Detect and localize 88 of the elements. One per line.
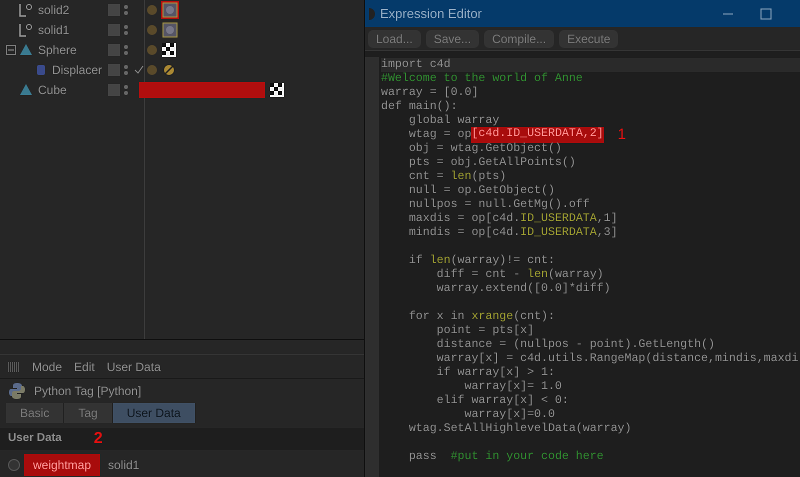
code-text: global warray	[408, 114, 500, 128]
code-text: warray[x] = c4d.utils.RangeMap(distance,mindis,maxdi	[436, 352, 798, 366]
primitive-icon	[18, 82, 34, 98]
checkmark[interactable]	[134, 65, 144, 75]
code-text: diff = cnt -	[436, 268, 522, 282]
object-name[interactable]: Displacer	[52, 61, 102, 79]
texture-tag-icon[interactable]	[269, 82, 285, 98]
code-text: wtag.SetAllHighlevelData(warray)	[408, 422, 632, 436]
app-icon	[369, 6, 377, 20]
radio-button[interactable]	[8, 459, 20, 471]
code-text: nullpos = null.GetMg().off	[408, 198, 590, 212]
window-title: Expression Editor	[380, 4, 482, 23]
code-text: len	[450, 170, 472, 184]
code-text: (warray)!= cnt:	[450, 254, 555, 268]
layer-swatch[interactable]	[108, 24, 120, 36]
field-label: weightmap	[24, 454, 100, 476]
code-text: pass	[408, 450, 438, 464]
code-text: ID_USERDATA	[520, 226, 597, 240]
maximize-icon[interactable]	[760, 8, 772, 20]
code-text: null = op.GetObject()	[408, 184, 555, 198]
visibility-dots[interactable]	[124, 5, 130, 15]
code-text: point = pts[x]	[436, 324, 534, 338]
layer-swatch[interactable]	[108, 4, 120, 16]
tag-title: Python Tag [Python]	[34, 383, 142, 400]
deformer-icon	[34, 62, 48, 78]
visibility-dots[interactable]	[124, 85, 130, 95]
toolbar-button[interactable]: Save...	[426, 30, 480, 48]
code-text: maxdis = op[c4d.	[408, 212, 520, 226]
section-header: User Data	[8, 431, 62, 446]
code-text: mindis = op[c4d.	[408, 226, 520, 240]
primitive-icon	[18, 42, 34, 58]
code-text: import c4d	[381, 58, 451, 72]
code-text: len	[430, 254, 451, 268]
code-text: if	[408, 254, 424, 268]
python-icon	[8, 382, 26, 400]
tab[interactable]: Basic	[6, 403, 64, 423]
code-comment: #Welcome to the world of Anne	[381, 72, 583, 86]
restrict-tag-icon[interactable]	[161, 62, 177, 78]
code-text: cnt =	[408, 170, 445, 184]
code-text: obj = wtag.GetObject()	[408, 142, 562, 156]
menu-item[interactable]: User Data	[106, 358, 161, 376]
code-text: if warray[x] > 1:	[436, 366, 555, 380]
object-name[interactable]: solid2	[38, 1, 70, 19]
code-text: ,3]	[596, 226, 618, 240]
code-text: (warray)	[548, 268, 604, 282]
field-value[interactable]: solid1	[108, 456, 140, 474]
object-name[interactable]: Cube	[38, 81, 67, 99]
annotation-number: 1	[618, 128, 626, 142]
code-text: (cnt):	[513, 310, 555, 324]
code-text: warray[x]= 1.0	[463, 380, 562, 394]
code-comment: #put in your code here	[450, 450, 604, 464]
toolbar-button[interactable]: Compile...	[484, 30, 554, 48]
code-text: wtag = op	[408, 128, 472, 142]
menu-item[interactable]: Edit	[74, 358, 95, 376]
null-object-icon	[18, 22, 34, 38]
texture-tag-icon[interactable]	[161, 42, 177, 58]
collapse-toggle[interactable]	[6, 45, 16, 55]
null-object-icon	[18, 2, 34, 18]
grid-icon[interactable]	[8, 362, 20, 372]
code-text: elif warray[x] < 0:	[436, 394, 569, 408]
visibility-dots[interactable]	[124, 25, 130, 35]
layer-swatch[interactable]	[108, 84, 120, 96]
python-tag-icon[interactable]	[161, 21, 179, 39]
code-text: distance = (nullpos - point).GetLength()	[436, 338, 715, 352]
code-text: warray[x]=0.0	[463, 408, 555, 422]
object-name[interactable]: Sphere	[38, 41, 77, 59]
menu-item[interactable]: Mode	[32, 358, 62, 376]
code-text: pts = obj.GetAllPoints()	[408, 156, 576, 170]
layer-swatch[interactable]	[108, 44, 120, 56]
code-text: xrange	[471, 310, 514, 324]
object-name[interactable]: solid1	[38, 21, 70, 39]
redacted-code: [c4d.ID_USERDATA,2]	[471, 127, 604, 143]
code-text: for x in	[408, 310, 466, 324]
layer-swatch[interactable]	[108, 64, 120, 76]
code-text: def main():	[381, 100, 458, 114]
code-text: ID_USERDATA	[520, 212, 597, 226]
code-text: ,1]	[596, 212, 618, 226]
python-tag-icon[interactable]	[161, 1, 179, 19]
code-text: (pts)	[471, 170, 506, 184]
tab[interactable]: Tag	[64, 403, 113, 423]
toolbar-button[interactable]: Load...	[368, 30, 421, 48]
toolbar-button[interactable]: Execute	[559, 30, 618, 48]
code-text: warray = [0.0]	[381, 86, 478, 100]
annotation-number: 2	[94, 429, 103, 449]
visibility-dots[interactable]	[124, 65, 130, 75]
code-text: len	[527, 268, 548, 282]
visibility-dots[interactable]	[124, 45, 130, 55]
code-text: warray.extend([0.0]*diff)	[436, 282, 611, 296]
